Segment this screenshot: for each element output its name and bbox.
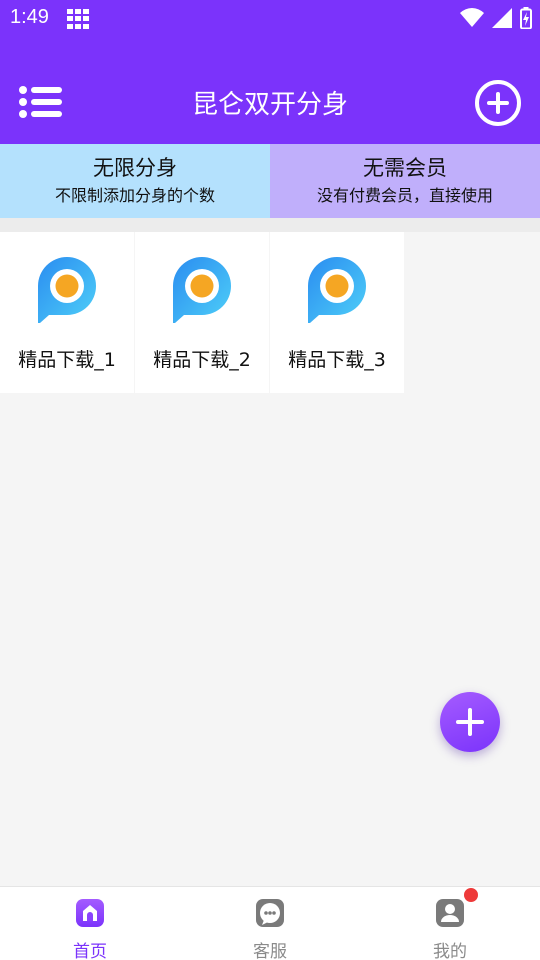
nav-label: 首页	[73, 942, 107, 960]
nav-item-profile[interactable]: 我的	[360, 887, 540, 960]
page-title: 昆仑双开分身	[191, 90, 348, 120]
p-app-icon	[173, 257, 231, 323]
nav-item-home[interactable]: 首页	[0, 887, 180, 960]
app-tile[interactable]: 精品下载_3	[270, 232, 404, 393]
app-tile-label: 精品下载_1	[18, 349, 116, 371]
banner-title: 无限分身	[93, 156, 177, 180]
plus-icon	[456, 708, 484, 736]
banner-subtitle: 没有付费会员，直接使用	[316, 186, 493, 205]
p-app-icon	[308, 257, 366, 323]
status-bar: 1:49	[0, 0, 540, 36]
battery-charging-icon	[520, 7, 532, 29]
profile-icon	[436, 899, 464, 927]
nav-label: 我的	[433, 942, 467, 960]
feature-banner: 无限分身 不限制添加分身的个数 无需会员 没有付费会员，直接使用	[0, 144, 540, 218]
status-time: 1:49	[10, 6, 49, 28]
app-tile[interactable]: 精品下载_2	[135, 232, 269, 393]
banner-unlimited-clones: 无限分身 不限制添加分身的个数	[0, 144, 270, 218]
app-grid: 精品下载_1 精品下载_2 精品下载_3	[0, 232, 540, 394]
app-tile[interactable]: 精品下载_1	[0, 232, 134, 393]
title-bar: 昆仑双开分身	[0, 72, 540, 132]
grid-icon	[67, 9, 89, 29]
add-button[interactable]	[474, 79, 522, 127]
home-icon	[76, 899, 104, 927]
nav-item-support[interactable]: 客服	[180, 887, 360, 960]
banner-title: 无需会员	[363, 156, 447, 180]
status-icons	[460, 6, 532, 30]
app-tile-label: 精品下载_2	[153, 349, 251, 371]
banner-no-membership: 无需会员 没有付费会员，直接使用	[270, 144, 540, 218]
app-header: 1:49 昆仑双开分身	[0, 0, 540, 144]
banner-subtitle: 不限制添加分身的个数	[54, 186, 215, 205]
nav-label: 客服	[253, 942, 287, 960]
add-circle-icon	[475, 80, 521, 126]
notification-badge	[464, 888, 478, 902]
wifi-icon	[460, 8, 484, 27]
divider	[0, 218, 540, 232]
floating-add-button[interactable]	[440, 692, 500, 752]
bottom-nav: 首页 客服 我的	[0, 886, 540, 960]
p-app-icon	[38, 257, 96, 323]
app-tile-label: 精品下载_3	[288, 349, 386, 371]
chat-icon	[256, 899, 284, 927]
signal-icon	[492, 8, 512, 28]
